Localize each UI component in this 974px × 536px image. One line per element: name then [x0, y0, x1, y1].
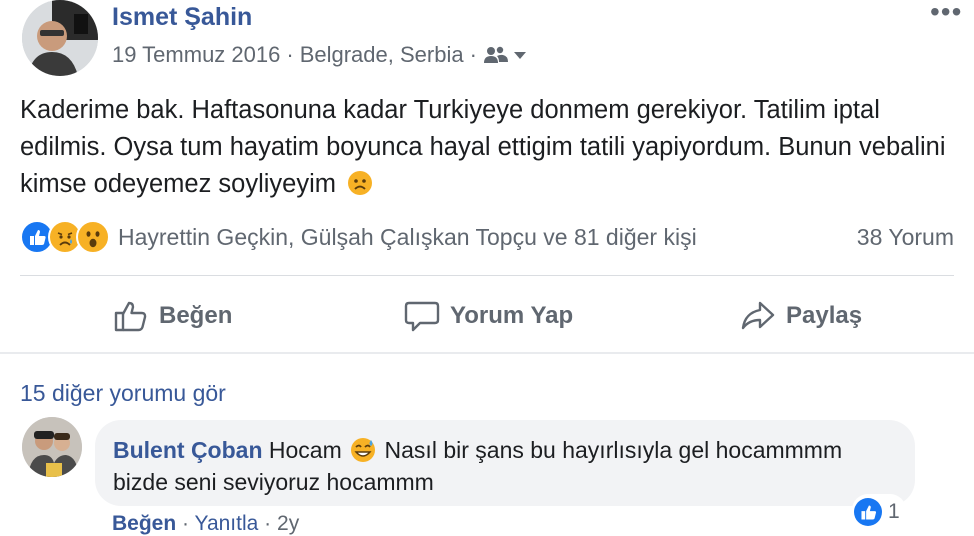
comment-reply-link[interactable]: Yanıtla: [195, 512, 259, 535]
avatar-image: [22, 0, 98, 76]
wow-reaction-icon: [76, 220, 110, 254]
thumbs-up-icon: [114, 301, 147, 332]
comment-button[interactable]: Yorum Yap: [404, 296, 573, 336]
meta-separator: ·: [286, 42, 294, 67]
post-author-name[interactable]: Ismet Şahin: [112, 3, 252, 32]
meta-separator: ·: [469, 42, 477, 67]
comment-text: Bulent Çoban Hocam Nasıl bir şans bu hay…: [113, 434, 903, 498]
comment-button-label: Yorum Yap: [450, 302, 574, 329]
commenter-name[interactable]: Bulent Çoban: [113, 437, 263, 463]
post-body: Kaderime bak. Haftasonuna kadar Turkiyey…: [20, 96, 946, 198]
section-separator: [0, 352, 974, 354]
comment-timestamp[interactable]: 2y: [277, 512, 299, 535]
sad-face-emoji-icon: [348, 171, 373, 195]
chevron-down-icon: [513, 52, 526, 59]
post-location[interactable]: Belgrade, Serbia: [300, 42, 464, 68]
comment-reaction-count[interactable]: 1: [852, 494, 906, 530]
post-text: Kaderime bak. Haftasonuna kadar Turkiyey…: [20, 92, 965, 203]
divider: [20, 275, 954, 276]
post-date[interactable]: 19 Temmuz 2016: [112, 42, 280, 68]
author-avatar[interactable]: [22, 0, 98, 76]
audience-friends-icon[interactable]: [483, 45, 527, 65]
commenter-avatar[interactable]: [22, 417, 82, 477]
comment-like-link[interactable]: Beğen: [112, 512, 176, 535]
comment-actions-separator: ·: [182, 512, 190, 535]
friends-icon: [483, 46, 508, 63]
share-button-label: Paylaş: [786, 302, 863, 329]
reaction-names[interactable]: Hayrettin Geçkin, Gülşah Çalışkan Topçu …: [118, 224, 697, 251]
like-button-label: Beğen: [159, 302, 233, 329]
view-more-comments-link[interactable]: 15 diğer yorumu gör: [20, 380, 226, 407]
share-arrow-icon: [741, 301, 775, 330]
comment-actions-separator: ·: [264, 512, 272, 535]
commenter-avatar-image: [22, 417, 82, 477]
sweat-smile-emoji-icon: [351, 438, 376, 462]
comments-count-link[interactable]: 38 Yorum: [857, 224, 954, 251]
comment-bubble-icon: [404, 301, 440, 332]
comment-reaction-number: 1: [888, 500, 900, 523]
reactions-summary[interactable]: Hayrettin Geçkin, Gülşah Çalışkan Topçu …: [20, 220, 697, 254]
comment-actions: Beğen · Yanıtla · 2y: [112, 512, 299, 536]
comment-like-reaction-icon: [854, 498, 882, 526]
like-button[interactable]: Beğen: [113, 296, 232, 336]
share-button[interactable]: Paylaş: [740, 296, 862, 336]
post-meta: 19 Temmuz 2016 · Belgrade, Serbia ·: [112, 42, 527, 68]
more-options-icon[interactable]: •••: [930, 0, 962, 26]
comment-text-part-1: Hocam: [268, 437, 342, 463]
